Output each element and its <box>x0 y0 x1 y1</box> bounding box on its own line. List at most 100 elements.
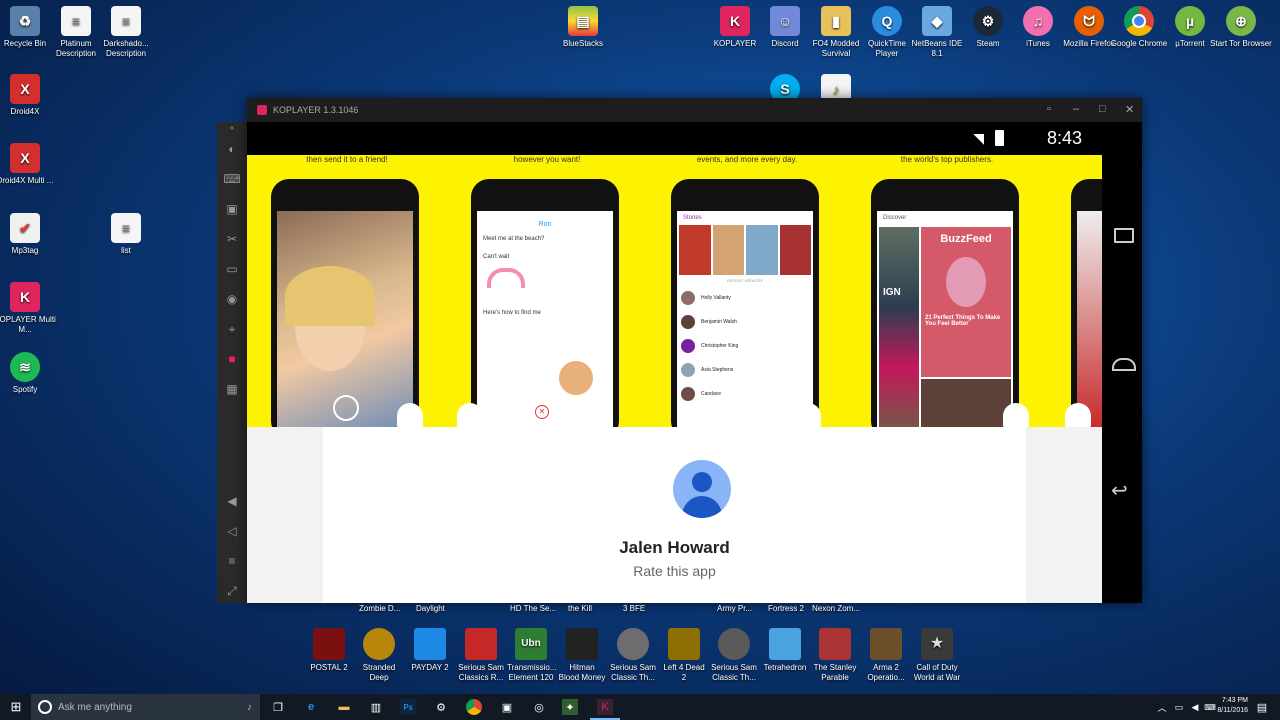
phone-mockup-selfie <box>271 179 419 427</box>
screenshot-icon[interactable]: ▣ <box>224 202 240 216</box>
desktop-icon-droid4x-multi[interactable]: X Droid4X Multi ... <box>0 143 56 186</box>
shake-icon[interactable]: ◉ <box>224 292 240 306</box>
keyboard-icon[interactable]: ⌨ <box>223 172 240 186</box>
game-shortcut[interactable]: Left 4 Dead 2 <box>660 628 708 683</box>
desktop-icon-spotify[interactable]: ≋ Spotify <box>0 352 56 395</box>
game-shortcut[interactable]: Serious Sam Classic Th... <box>609 628 657 683</box>
desktop-icon-bluestacks[interactable]: ▤ BlueStacks <box>552 6 614 49</box>
file-explorer-icon[interactable]: ▬ <box>336 699 352 715</box>
game-shortcut[interactable]: PAYDAY 2 <box>406 628 454 673</box>
settings-icon[interactable]: ▫ <box>1047 103 1051 115</box>
location-icon[interactable]: ⌖ <box>224 322 240 336</box>
volume-down-icon[interactable]: ◁ <box>224 524 240 538</box>
fullscreen-icon[interactable]: ⤢ <box>224 584 240 598</box>
chrome-taskbar-icon[interactable] <box>466 699 482 715</box>
desktop-icon-mp3tag[interactable]: ✔ Mp3tag <box>0 213 56 256</box>
rate-app-label[interactable]: Rate this app <box>323 563 1026 579</box>
itunes-icon: ♫ <box>1023 6 1053 36</box>
obs-icon[interactable]: ◎ <box>531 699 547 715</box>
netbeans-icon: ◆ <box>922 6 952 36</box>
stranded-deep-icon <box>363 628 395 660</box>
volume-up-icon[interactable]: ◀ <box>224 494 240 508</box>
notifications-icon[interactable]: ▤ <box>1254 699 1270 715</box>
game-shortcut[interactable]: ★ Call of Duty World at War <box>913 628 961 683</box>
buzzfeed-headline: 21 Perfect Things To Make You Feel Bette… <box>925 315 1001 327</box>
game-shortcut[interactable]: POSTAL 2 <box>305 628 353 673</box>
folder-icon[interactable]: ▭ <box>224 262 240 276</box>
ghost-mascot-icon <box>795 403 821 427</box>
app-taskbar-icon[interactable]: ✦ <box>562 699 578 715</box>
koplayer-sidebar: « ◐ ⌨ ▣ ✂ ▭ ◉ ⌖ ■ ▦ ◀ ◁ ≡ ⤢ <box>217 122 247 603</box>
desktop-icon-list[interactable]: ≡ list <box>95 213 157 256</box>
desktop-icon-darkshado[interactable]: ≡ Darkshado... Description <box>95 6 157 59</box>
story-row: Candace <box>677 382 813 406</box>
home-icon[interactable] <box>1112 358 1136 371</box>
story-row: Holly Vallanty <box>677 286 813 310</box>
close-button[interactable]: ✕ <box>1125 103 1134 116</box>
edge-icon[interactable]: e <box>303 699 319 715</box>
game-shortcut[interactable]: Serious Sam Classic Th... <box>710 628 758 683</box>
recent-apps-icon[interactable] <box>1114 228 1134 243</box>
stories-thumbnails <box>677 225 813 275</box>
cortana-circle-icon <box>38 700 52 714</box>
maximize-button[interactable]: □ <box>1099 103 1106 115</box>
bluestacks-icon: ▤ <box>568 6 598 36</box>
cortana-search-box[interactable]: Ask me anything ♪ <box>31 694 260 720</box>
chat-message: Can't wait <box>483 254 510 260</box>
task-view-icon[interactable]: ❐ <box>270 699 286 715</box>
clock-date: 8/11/2016 <box>1217 707 1248 714</box>
story-row: Christopher King <box>677 334 813 358</box>
windows-start-icon[interactable]: ⊞ <box>8 699 24 715</box>
scissors-icon[interactable]: ✂ <box>224 232 240 246</box>
postal-2-icon <box>313 628 345 660</box>
menu-icon[interactable]: ≡ <box>224 554 240 568</box>
network-icon[interactable]: ▭ <box>1171 699 1187 715</box>
droid4x-icon: X <box>10 74 40 104</box>
record-video-icon[interactable]: ■ <box>224 352 240 366</box>
window-titlebar: KOPLAYER 1.3.1046 ▫ – □ ✕ <box>247 98 1142 122</box>
group-label: Army Pr... <box>717 604 753 613</box>
reviewer-avatar <box>673 460 731 518</box>
desktop-icon-koplayer-multi[interactable]: K KOPLAYER Multi M... <box>0 282 56 335</box>
collapse-icon[interactable]: « <box>224 122 240 132</box>
media-player-icon[interactable]: ▣ <box>499 699 515 715</box>
search-placeholder: Ask me anything <box>58 701 132 713</box>
android-navbar: ↩ <box>1102 122 1142 603</box>
back-icon[interactable]: ↩ <box>1111 478 1128 503</box>
store-icon[interactable]: ▥ <box>368 699 384 715</box>
koplayer-icon: K <box>720 6 750 36</box>
microphone-icon[interactable]: ♪ <box>247 702 252 713</box>
game-shortcut[interactable]: Ubn Transmissio... Element 120 <box>507 628 557 683</box>
discord-icon: ☺ <box>770 6 800 36</box>
steam-taskbar-icon[interactable]: ⚙ <box>433 699 449 715</box>
review-card[interactable]: Jalen Howard Rate this app <box>323 427 1026 603</box>
clock[interactable]: 7:43 PM 8/11/2016 <box>1200 696 1248 716</box>
koplayer-icon: K <box>10 282 40 312</box>
desktop-icon-droid4x[interactable]: X Droid4X <box>0 74 56 117</box>
phone-mockup-discover: Discover IGN BuzzFeed 21 Perfect Things … <box>871 179 1019 427</box>
app-screenshots-carousel[interactable]: then send it to a friend! however you wa… <box>247 155 1102 427</box>
droid4x-icon: X <box>10 143 40 173</box>
apk-icon[interactable]: ◐ <box>224 142 240 156</box>
payday-2-icon <box>414 628 446 660</box>
stories-header: Stories <box>683 215 702 221</box>
buzzfeed-tile: BuzzFeed 21 Perfect Things To Make You F… <box>921 227 1011 377</box>
game-shortcut[interactable]: Tetrahedron <box>761 628 809 673</box>
chat-message: Meet me at the beach? <box>483 236 545 242</box>
game-shortcut[interactable]: The Stanley Parable <box>811 628 859 683</box>
chevron-up-icon[interactable]: ︿ <box>1154 699 1170 715</box>
hitman-icon <box>566 628 598 660</box>
photoshop-icon[interactable]: Ps <box>400 699 416 715</box>
discover-header: Discover <box>883 215 907 221</box>
quicktime-icon: Q <box>872 6 902 36</box>
clock-time: 7:43 PM <box>1221 697 1248 704</box>
minimize-button[interactable]: – <box>1073 103 1079 115</box>
desktop-icon-tor[interactable]: ⊕ Start Tor Browser <box>1210 6 1272 49</box>
mp3tag-icon: ✔ <box>10 213 40 243</box>
game-shortcut[interactable]: Hitman Blood Money <box>558 628 606 683</box>
gamepad-icon[interactable]: ▦ <box>224 382 240 396</box>
koplayer-taskbar-icon[interactable]: K <box>597 699 613 715</box>
game-shortcut[interactable]: Serious Sam Classics R... <box>457 628 505 683</box>
game-shortcut[interactable]: Arma 2 Operatio... <box>862 628 910 683</box>
game-shortcut[interactable]: Stranded Deep <box>355 628 403 683</box>
